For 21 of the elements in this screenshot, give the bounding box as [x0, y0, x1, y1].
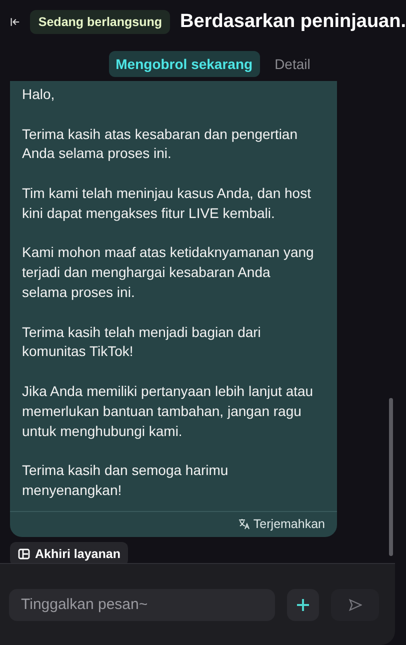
scrollbar[interactable] [389, 398, 393, 556]
plus-icon [296, 598, 310, 612]
translate-link[interactable]: Terjemahkan [238, 516, 325, 531]
message-paragraph: Kami mohon maaf atas ketidaknyamanan yang terjadi dan menghargai kesabaran Anda selama proses ini. [22, 243, 315, 302]
tab[interactable]: Detail [268, 51, 318, 77]
message-paragraph: Halo, [22, 85, 56, 104]
message-paragraph: Jika Anda memiliki pertanyaan lebih lanjut atau memerlukan bantuan tambahan, jangan ragu untuk menghubungi kami. [22, 382, 314, 441]
status-badge: Sedang berlangsung [30, 10, 170, 34]
message-paragraph: Terima kasih telah menjadi bagian dari komunitas TikTok! [22, 322, 262, 362]
end-service-button[interactable]: Akhiri layanan [10, 542, 128, 563]
add-button[interactable] [287, 588, 319, 620]
send-icon [348, 598, 362, 612]
message-paragraph: Terima kasih dan semoga harimu menyenangkan! [22, 461, 230, 500]
panel-icon [18, 548, 30, 560]
tab[interactable]: Mengobrol sekarang [108, 51, 260, 77]
message-paragraph: Terima kasih atas kesabaran dan pengertian Anda selama proses ini. [22, 124, 299, 164]
page-title: Berdasarkan peninjauan. [180, 11, 406, 33]
send-button[interactable] [331, 588, 379, 620]
message-input[interactable]: Tinggalkan pesan~ [9, 588, 275, 620]
translate-icon [238, 518, 250, 530]
message-paragraph: Tim kami telah meninjau kasus Anda, dan host kini dapat mengakses fitur LIVE kembali. [22, 184, 312, 223]
